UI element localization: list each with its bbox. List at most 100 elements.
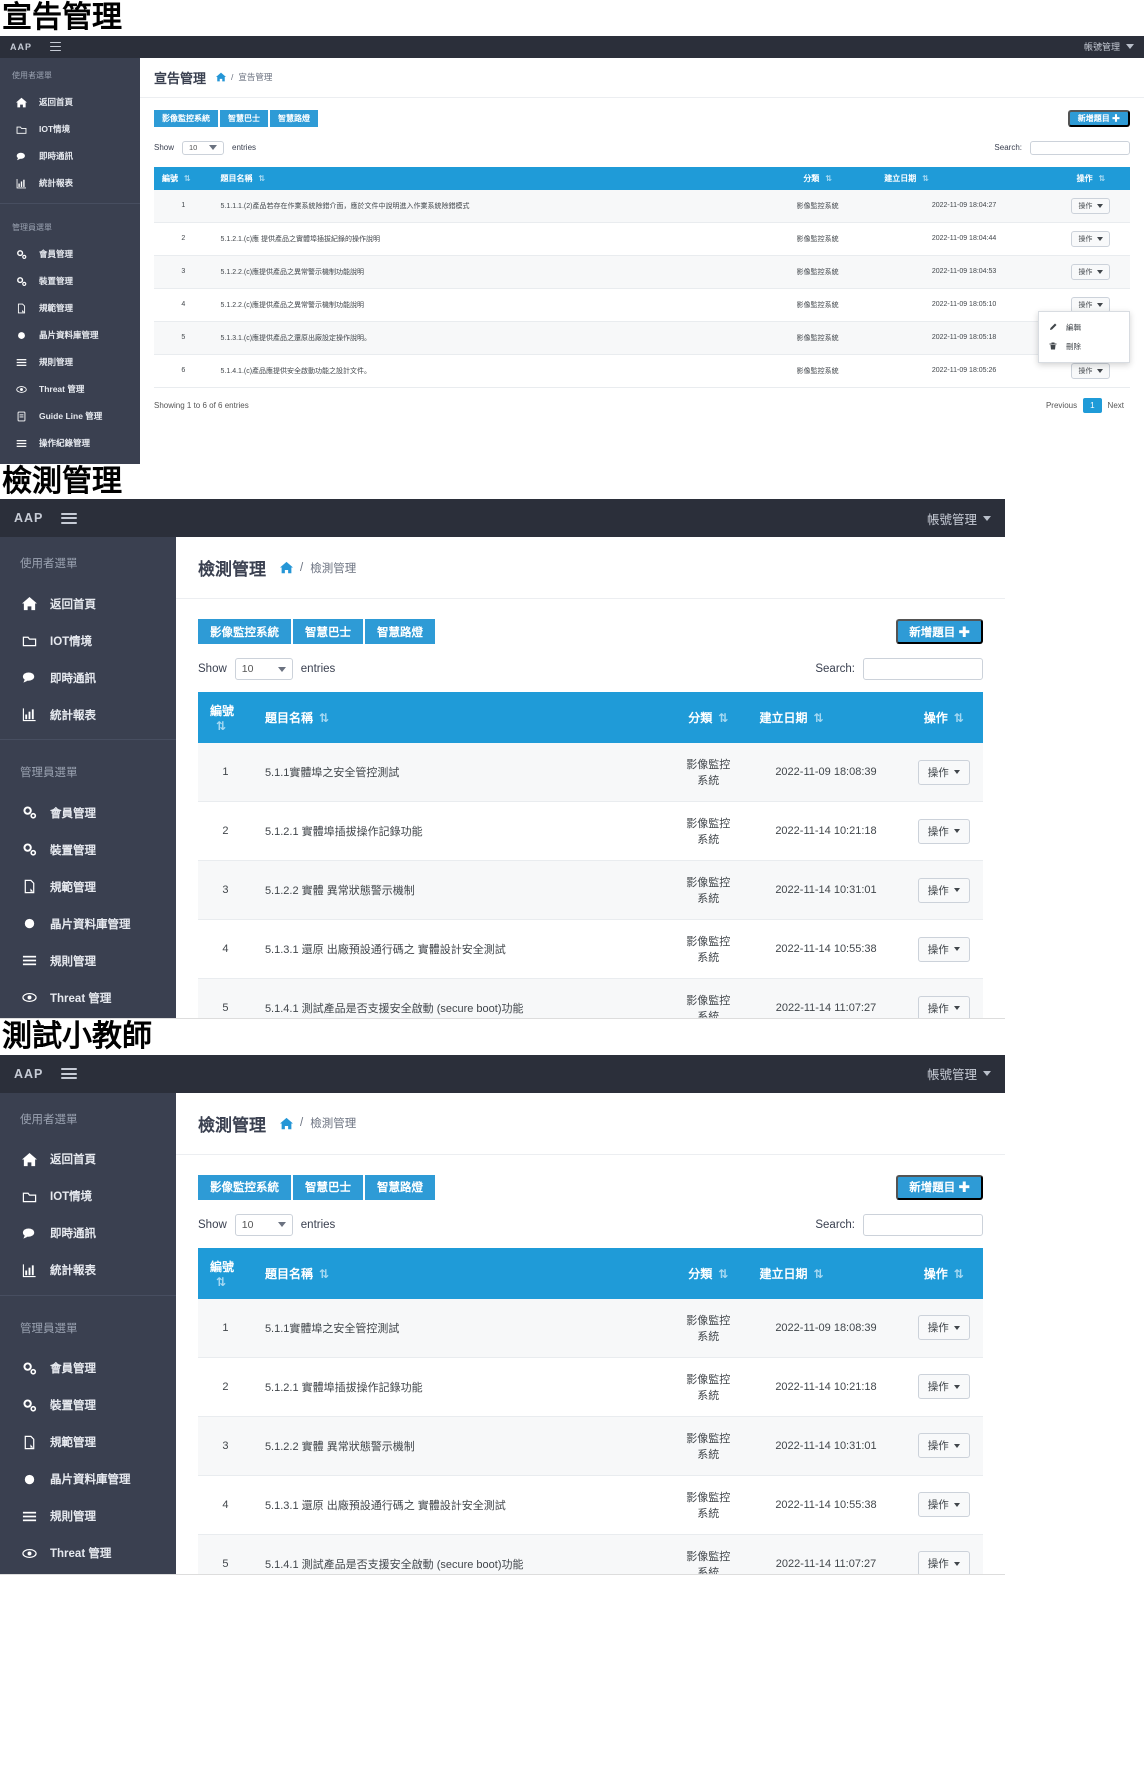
search-input[interactable]: [1030, 140, 1130, 155]
column-header-4[interactable]: 建立日期 ⇅: [876, 166, 1052, 190]
sidebar-item-操作紀錄管理[interactable]: 操作紀錄管理: [0, 430, 140, 457]
row-action-button[interactable]: 操作: [1071, 263, 1111, 280]
column-header-5[interactable]: 操作 ⇅: [904, 692, 983, 743]
sidebar-item-晶片資料庫管理[interactable]: 晶片資料庫管理: [0, 905, 176, 942]
sidebar-item-Threat-管理[interactable]: Threat 管理: [0, 1535, 176, 1572]
sidebar-item-規則管理[interactable]: 規則管理: [0, 349, 140, 376]
sort-icon[interactable]: ⇅: [825, 174, 832, 183]
sidebar-item-規範管理[interactable]: 規範管理: [0, 868, 176, 905]
dropdown-edit-item[interactable]: 編輯: [1039, 318, 1129, 337]
category-tabs[interactable]: 影像監控系統 智慧巴士 智慧路燈: [154, 109, 318, 127]
row-action-button[interactable]: 操作: [917, 936, 970, 962]
sidebar-item-IOT情境[interactable]: IOT情境: [0, 1178, 176, 1215]
tab-1[interactable]: 影像監控系統: [198, 1174, 291, 1200]
row-action-button[interactable]: 操作: [1071, 197, 1111, 214]
tab-2[interactable]: 智慧巴士: [293, 619, 363, 644]
sidebar-item-統計報表[interactable]: 統計報表: [0, 1252, 176, 1289]
column-header-5[interactable]: 操作 ⇅: [904, 1247, 983, 1299]
add-item-button[interactable]: 新增題目 ✚: [896, 1174, 983, 1200]
sort-icon[interactable]: ⇅: [922, 174, 929, 183]
sort-icon[interactable]: ⇅: [718, 1267, 728, 1281]
sidebar-item-規則管理[interactable]: 規則管理: [0, 942, 176, 979]
sort-icon[interactable]: ⇅: [954, 1267, 964, 1281]
sort-icon[interactable]: ⇅: [259, 174, 266, 183]
sidebar-item-即時通訊[interactable]: 即時通訊: [0, 659, 176, 696]
pagination-previous[interactable]: Previous: [1040, 399, 1083, 412]
sort-icon[interactable]: ⇅: [1099, 174, 1106, 183]
sidebar-item-IOT情境[interactable]: IOT情境: [0, 116, 140, 143]
sort-icon[interactable]: ⇅: [718, 711, 728, 725]
add-item-button[interactable]: 新增題目 ✚: [896, 619, 983, 644]
hamburger-icon[interactable]: [61, 512, 78, 524]
sidebar-item-會員管理[interactable]: 會員管理: [0, 794, 176, 831]
column-header-4[interactable]: 建立日期 ⇅: [747, 1247, 905, 1299]
sidebar-item-規範管理[interactable]: 規範管理: [0, 1424, 176, 1461]
row-action-button[interactable]: 操作: [1071, 230, 1111, 247]
sidebar-item-晶片資料庫管理[interactable]: 晶片資料庫管理: [0, 1461, 176, 1498]
search-input[interactable]: [863, 658, 983, 680]
sidebar-item-裝置管理[interactable]: 裝置管理: [0, 268, 140, 295]
tab-2[interactable]: 智慧巴士: [220, 109, 268, 127]
sidebar-item-Guide-Line-管理[interactable]: Guide Line 管理: [0, 403, 140, 430]
column-header-2[interactable]: 題目名稱 ⇅: [252, 692, 669, 743]
account-menu-label[interactable]: 帳號管理: [1084, 40, 1120, 53]
home-icon[interactable]: [216, 72, 227, 82]
tab-1[interactable]: 影像監控系統: [154, 109, 218, 127]
row-action-button[interactable]: 操作: [917, 1315, 970, 1340]
account-menu-label[interactable]: 帳號管理: [927, 509, 977, 528]
tab-3[interactable]: 智慧路燈: [365, 1174, 435, 1200]
sidebar-item-規則管理[interactable]: 規則管理: [0, 1498, 176, 1535]
row-action-button[interactable]: 操作: [917, 877, 970, 903]
sort-icon[interactable]: ⇅: [814, 711, 824, 725]
row-action-button[interactable]: 操作: [917, 995, 970, 1018]
sidebar-item-統計報表[interactable]: 統計報表: [0, 170, 140, 197]
row-action-dropdown[interactable]: 編輯 刪除: [1038, 310, 1130, 363]
column-header-1[interactable]: 編號⇅: [154, 166, 213, 190]
sidebar-item-會員管理[interactable]: 會員管理: [0, 241, 140, 268]
row-action-button[interactable]: 操作: [917, 759, 970, 785]
sidebar-item-Threat-管理[interactable]: Threat 管理: [0, 979, 176, 1016]
tab-3[interactable]: 智慧路燈: [270, 109, 318, 127]
sidebar-item-返回首頁[interactable]: 返回首頁: [0, 89, 140, 116]
column-header-1[interactable]: 編號⇅: [198, 692, 253, 743]
sidebar-item-統計報表[interactable]: 統計報表: [0, 696, 176, 733]
pagination-page-1[interactable]: 1: [1083, 397, 1102, 413]
row-action-button[interactable]: 操作: [917, 1374, 970, 1399]
sort-icon[interactable]: ⇅: [319, 711, 329, 725]
row-action-button[interactable]: 操作: [917, 818, 970, 844]
sidebar-item-返回首頁[interactable]: 返回首頁: [0, 585, 176, 622]
sort-icon[interactable]: ⇅: [319, 1267, 329, 1281]
hamburger-icon[interactable]: [50, 41, 62, 52]
category-tabs[interactable]: 影像監控系統 智慧巴士 智慧路燈: [198, 619, 435, 644]
add-item-button[interactable]: 新增題目 ✚: [1067, 109, 1130, 127]
column-header-3[interactable]: 分類 ⇅: [668, 692, 748, 743]
home-icon[interactable]: [280, 1117, 293, 1130]
pagination-next[interactable]: Next: [1102, 399, 1130, 412]
tab-3[interactable]: 智慧路燈: [365, 619, 435, 644]
entries-per-page-select[interactable]: 10: [234, 658, 293, 680]
dropdown-delete-item[interactable]: 刪除: [1039, 337, 1129, 356]
column-header-2[interactable]: 題目名稱 ⇅: [252, 1247, 669, 1299]
sidebar-item-晶片資料庫管理[interactable]: 晶片資料庫管理: [0, 322, 140, 349]
column-header-4[interactable]: 建立日期 ⇅: [747, 692, 905, 743]
row-action-button[interactable]: 操作: [917, 1492, 970, 1517]
sidebar-item-返回首頁[interactable]: 返回首頁: [0, 1141, 176, 1178]
sort-icon[interactable]: ⇅: [216, 1275, 226, 1289]
row-action-button[interactable]: 操作: [1071, 362, 1111, 379]
column-header-3[interactable]: 分類 ⇅: [668, 1247, 748, 1299]
sort-icon[interactable]: ⇅: [954, 711, 964, 725]
sidebar-item-即時通訊[interactable]: 即時通訊: [0, 1215, 176, 1252]
sidebar-item-Threat-管理[interactable]: Threat 管理: [0, 376, 140, 403]
category-tabs[interactable]: 影像監控系統 智慧巴士 智慧路燈: [198, 1174, 435, 1200]
hamburger-icon[interactable]: [61, 1068, 78, 1079]
tab-1[interactable]: 影像監控系統: [198, 619, 291, 644]
search-input[interactable]: [863, 1213, 983, 1236]
sidebar-item-即時通訊[interactable]: 即時通訊: [0, 143, 140, 170]
sidebar-item-IOT情境[interactable]: IOT情境: [0, 622, 176, 659]
sidebar-item-裝置管理[interactable]: 裝置管理: [0, 831, 176, 868]
sidebar-item-會員管理[interactable]: 會員管理: [0, 1350, 176, 1387]
row-action-button[interactable]: 操作: [917, 1433, 970, 1458]
tab-2[interactable]: 智慧巴士: [293, 1174, 363, 1200]
entries-per-page-select[interactable]: 10: [234, 1213, 293, 1236]
account-menu-label[interactable]: 帳號管理: [927, 1064, 977, 1083]
